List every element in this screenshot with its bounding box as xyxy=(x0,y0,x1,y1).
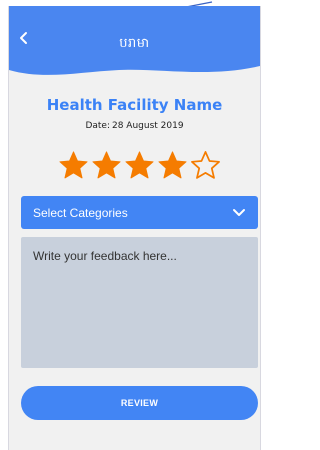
feedback-textarea[interactable] xyxy=(21,237,258,368)
facility-name: Health Facility Name xyxy=(46,96,223,114)
chevron-down-icon xyxy=(233,208,245,216)
category-select[interactable]: Select Categories xyxy=(21,196,258,229)
review-button[interactable]: REVIEW xyxy=(21,386,258,420)
star-filled-icon[interactable] xyxy=(157,150,188,181)
star-empty-icon[interactable] xyxy=(190,150,221,181)
app-screen: បរាមា Health Facility Name Date: 28 Augus… xyxy=(8,6,261,450)
app-header: បរាមា xyxy=(9,6,260,76)
header-title: បរាមា xyxy=(119,35,150,50)
facility-date: Date: 28 August 2019 xyxy=(9,121,260,131)
date-value: 28 August 2019 xyxy=(111,121,184,131)
date-label: Date: xyxy=(85,121,110,131)
chevron-left-icon xyxy=(20,32,27,44)
back-button[interactable] xyxy=(19,31,43,55)
category-select-label: Select Categories xyxy=(33,205,128,220)
star-filled-icon[interactable] xyxy=(124,150,155,181)
star-filled-icon[interactable] xyxy=(58,150,89,181)
star-filled-icon[interactable] xyxy=(91,150,122,181)
star-rating xyxy=(58,150,221,184)
